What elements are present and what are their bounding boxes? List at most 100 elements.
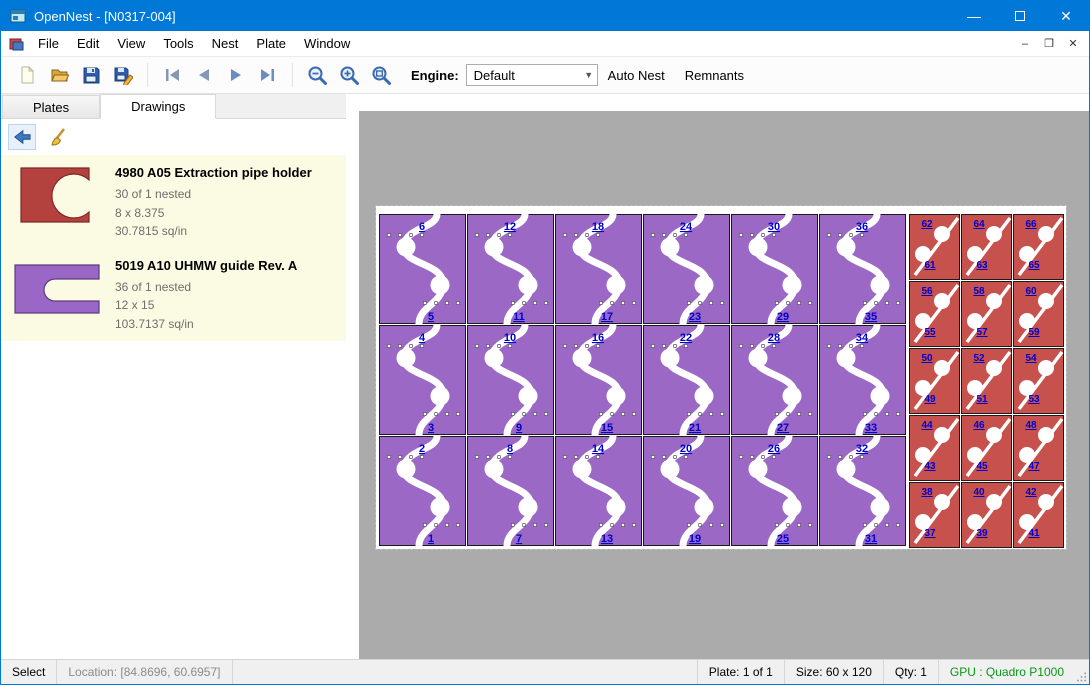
drill-hole [739,455,742,458]
plate[interactable]: 65 1211 1817 2423 [376,206,1066,549]
new-file-button[interactable] [11,61,43,89]
drill-hole [497,455,500,458]
nested-purple-pair[interactable]: 109 [467,325,554,435]
drill-hole [511,412,514,415]
drill-hole [599,412,602,415]
menu-item-nest[interactable]: Nest [203,31,248,56]
main-toolbar: Engine: Default ▼ Auto Nest Remnants [1,57,1089,94]
remnants-button[interactable]: Remnants [675,68,754,83]
save-as-button[interactable] [107,61,139,89]
drill-hole [772,344,775,347]
mdi-minimize-button[interactable]: – [1014,34,1036,54]
minimize-button[interactable]: — [951,1,997,31]
nested-red-pair[interactable]: 5251 [961,348,1012,414]
zoom-fit-icon [371,65,392,86]
nested-purple-pair[interactable]: 21 [379,436,466,546]
last-plate-button[interactable] [252,61,284,89]
nested-red-pair[interactable]: 5453 [1013,348,1064,414]
nested-red-pair[interactable]: 5655 [909,281,960,347]
drill-hole [445,301,448,304]
nested-red-pair[interactable]: 3837 [909,482,960,548]
engine-selected-value: Default [474,68,515,83]
drill-hole [563,233,566,236]
nested-purple-pair[interactable]: 3029 [731,214,818,324]
nested-purple-pair[interactable]: 87 [467,436,554,546]
drill-hole [420,344,423,347]
drill-hole [662,233,665,236]
save-button[interactable] [75,61,107,89]
nested-purple-pair[interactable]: 2221 [643,325,730,435]
nested-red-pair[interactable]: 4039 [961,482,1012,548]
nest-canvas[interactable]: 65 1211 1817 2423 [346,94,1089,659]
drill-hole [761,455,764,458]
nested-purple-pair[interactable]: 3635 [819,214,906,324]
menu-item-plate[interactable]: Plate [247,31,295,56]
nested-purple-pair[interactable]: 2625 [731,436,818,546]
drill-hole [687,412,690,415]
nested-red-pair[interactable]: 6059 [1013,281,1064,347]
menu-item-window[interactable]: Window [295,31,359,56]
drill-hole [409,233,412,236]
mdi-close-button[interactable]: ✕ [1062,34,1084,54]
resize-grip[interactable] [1075,660,1089,684]
zoom-in-button[interactable] [333,61,365,89]
drill-hole [511,523,514,526]
drill-hole [544,523,547,526]
nested-purple-pair[interactable]: 2827 [731,325,818,435]
mdi-restore-button[interactable]: ❐ [1038,34,1060,54]
menu-item-edit[interactable]: Edit [68,31,108,56]
nested-red-pair[interactable]: 6261 [909,214,960,280]
nested-red-pair[interactable]: 4645 [961,415,1012,481]
part-number: 31 [865,533,877,545]
nested-red-pair[interactable]: 5857 [961,281,1012,347]
nested-purple-pair[interactable]: 43 [379,325,466,435]
part-number: 4 [419,332,426,344]
drawing-item[interactable]: 5019 A10 UHMW guide Rev. A 36 of 1 neste… [1,248,346,341]
nested-purple-pair[interactable]: 1817 [555,214,642,324]
clear-button[interactable] [45,124,73,150]
drill-hole [838,344,841,347]
nested-purple-pair[interactable]: 65 [379,214,466,324]
auto-nest-button[interactable]: Auto Nest [598,68,675,83]
tab-drawings[interactable]: Drawings [100,94,216,119]
import-drawing-button[interactable] [8,124,36,150]
nested-red-pair[interactable]: 5049 [909,348,960,414]
drill-hole [797,412,800,415]
part-number: 46 [973,420,985,431]
tab-plates[interactable]: Plates [2,95,100,119]
part-number: 11 [513,311,525,323]
drill-hole [420,455,423,458]
drill-hole [775,301,778,304]
nested-red-pair[interactable]: 4443 [909,415,960,481]
nested-purple-pair[interactable]: 2423 [643,214,730,324]
part-number: 28 [768,332,780,344]
menu-item-file[interactable]: File [29,31,68,56]
part-number: 13 [601,533,613,545]
drill-hole [772,233,775,236]
nested-red-pair[interactable]: 4241 [1013,482,1064,548]
zoom-out-button[interactable] [301,61,333,89]
nested-purple-pair[interactable]: 2019 [643,436,730,546]
nested-purple-pair[interactable]: 3231 [819,436,906,546]
menu-item-tools[interactable]: Tools [154,31,202,56]
nested-purple-pair[interactable]: 3433 [819,325,906,435]
maximize-button[interactable] [997,1,1043,31]
drill-hole [775,412,778,415]
nested-purple-pair[interactable]: 1615 [555,325,642,435]
next-plate-button[interactable] [220,61,252,89]
close-button[interactable]: ✕ [1043,1,1089,31]
zoom-fit-button[interactable] [365,61,397,89]
nested-purple-pair[interactable]: 1413 [555,436,642,546]
drawing-item[interactable]: 4980 A05 Extraction pipe holder 30 of 1 … [1,155,346,248]
nested-red-pair[interactable]: 4847 [1013,415,1064,481]
menu-item-view[interactable]: View [108,31,154,56]
nested-purple-pair[interactable]: 1211 [467,214,554,324]
menubar: File Edit View Tools Nest Plate Window –… [1,31,1089,57]
engine-select[interactable]: Default ▼ [466,64,598,86]
nested-red-pair[interactable]: 6463 [961,214,1012,280]
nested-red-pair[interactable]: 6665 [1013,214,1064,280]
previous-plate-button[interactable] [188,61,220,89]
canvas-background[interactable]: 65 1211 1817 2423 [359,111,1089,659]
first-plate-button[interactable] [156,61,188,89]
open-button[interactable] [43,61,75,89]
